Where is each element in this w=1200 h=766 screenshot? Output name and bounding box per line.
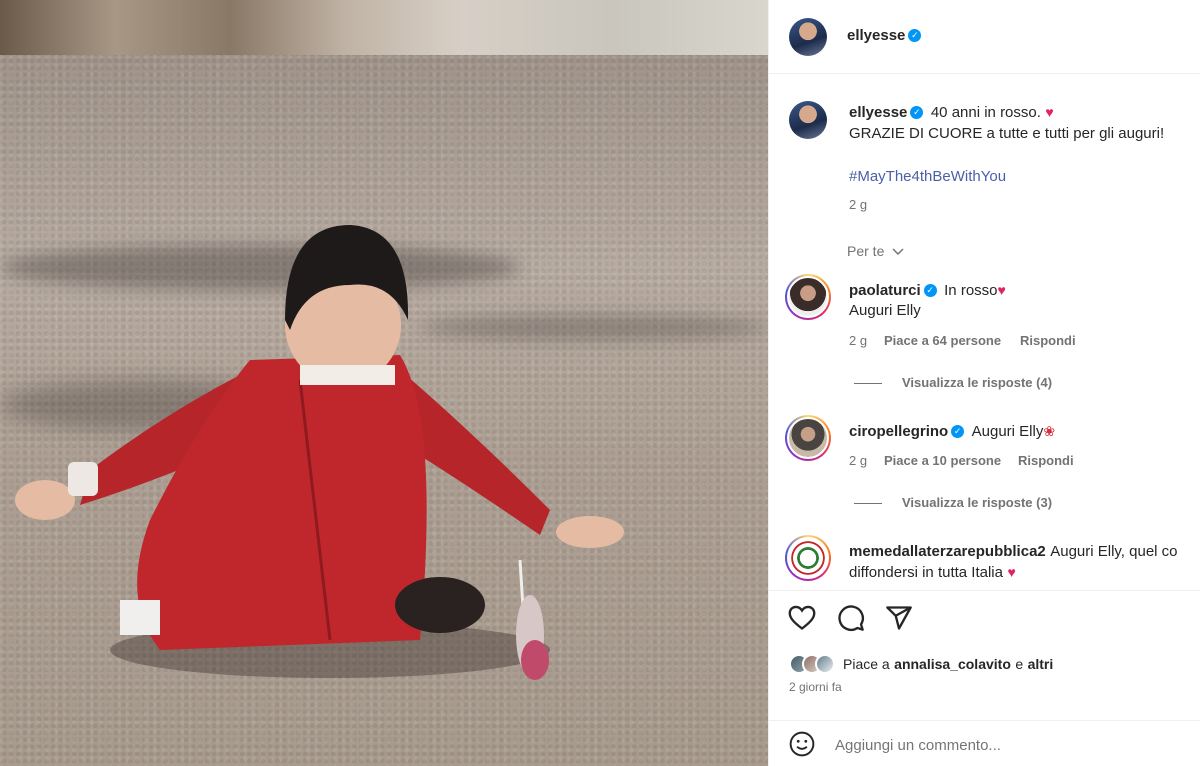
- post-date: 2 giorni fa: [789, 680, 842, 694]
- emoji-icon[interactable]: [787, 729, 817, 759]
- verified-badge-icon: ✓: [951, 425, 965, 439]
- comment-text: Auguri Elly: [849, 302, 921, 319]
- caption-line2: GRAZIE DI CUORE a tutte e tutti per gli …: [849, 125, 1165, 142]
- comment-age: 2 g: [849, 453, 868, 468]
- rose-emoji-icon: ❀: [1043, 423, 1056, 439]
- caption-age: 2 g: [849, 197, 868, 212]
- comment-filter[interactable]: Per te: [847, 243, 904, 259]
- comment-text: In rosso: [944, 282, 998, 299]
- heart-emoji-icon: ♥: [997, 282, 1006, 298]
- hashtag-link[interactable]: #MayThe4thBeWithYou: [849, 168, 1006, 185]
- likes-user[interactable]: annalisa_colavito: [894, 656, 1011, 672]
- caption-line1: 40 anni in rosso.: [930, 104, 1041, 121]
- post-header: ellyesse ✓: [769, 0, 1200, 74]
- avatar[interactable]: [785, 415, 831, 461]
- comment-likes[interactable]: Piace a 10 persone: [884, 453, 1001, 468]
- filter-label: Per te: [847, 243, 885, 259]
- comments-panel: ellyesse ✓ ellyesse ✓ 40 anni in rosso. ♥ …: [768, 0, 1200, 766]
- comment-likes[interactable]: Piace a 64 persone: [884, 333, 1001, 348]
- likes-conj: e: [1015, 656, 1024, 672]
- comment-text: diffondersi in tutta Italia: [849, 564, 1003, 581]
- likes-others[interactable]: altri: [1028, 656, 1054, 672]
- comment-bar: [769, 720, 1200, 766]
- view-replies-button[interactable]: Visualizza le risposte (4): [854, 375, 1052, 390]
- comment-text: Auguri Elly, quel co: [1050, 543, 1178, 560]
- post-photo[interactable]: [0, 0, 768, 766]
- verified-badge-icon: ✓: [910, 106, 924, 120]
- header-author: ellyesse ✓: [847, 27, 924, 45]
- share-icon[interactable]: [884, 603, 914, 633]
- likes-prefix: Piace a: [843, 656, 890, 672]
- comment-username[interactable]: paolaturci: [849, 282, 921, 299]
- avatar[interactable]: [785, 274, 831, 320]
- reply-button[interactable]: Rispondi: [1018, 453, 1074, 468]
- comment-username[interactable]: memedallaterzarepubblica2: [849, 543, 1046, 560]
- heart-emoji-icon: ♥: [1045, 104, 1054, 120]
- comment-age: 2 g: [849, 333, 868, 348]
- comment-header: paolaturci ✓ In rosso♥: [849, 282, 1006, 300]
- action-bar: [769, 590, 1200, 645]
- avatar[interactable]: [789, 18, 827, 56]
- view-replies-button[interactable]: Visualizza le risposte (3): [854, 495, 1052, 510]
- heart-icon[interactable]: [787, 603, 817, 633]
- likes-summary: Piace a annalisa_colavito e altri: [789, 652, 1053, 676]
- verified-badge-icon: ✓: [923, 284, 937, 298]
- comment-input[interactable]: [835, 733, 1175, 757]
- comment-text: Auguri Elly: [971, 423, 1044, 440]
- author-username[interactable]: ellyesse: [847, 27, 905, 44]
- avatar[interactable]: [789, 101, 827, 139]
- child-figure-illustration: [15, 225, 624, 680]
- caption-username[interactable]: ellyesse: [849, 104, 907, 121]
- heart-emoji-icon: ♥: [1007, 564, 1016, 580]
- comment-icon[interactable]: [836, 603, 866, 633]
- comment-line: diffondersi in tutta Italia ♥: [849, 564, 1016, 582]
- caption: ellyesse ✓ 40 anni in rosso. ♥: [849, 104, 1194, 122]
- avatar[interactable]: [785, 535, 831, 581]
- verified-badge-icon: ✓: [908, 29, 922, 43]
- comment-header: memedallaterzarepubblica2 Auguri Elly, q…: [849, 543, 1178, 561]
- chevron-down-icon: [892, 243, 904, 259]
- avatar: [815, 654, 835, 674]
- comment-header: ciropellegrino ✓ Auguri Elly❀: [849, 423, 1055, 441]
- reply-button[interactable]: Rispondi: [1020, 333, 1076, 348]
- comment-username[interactable]: ciropellegrino: [849, 423, 948, 440]
